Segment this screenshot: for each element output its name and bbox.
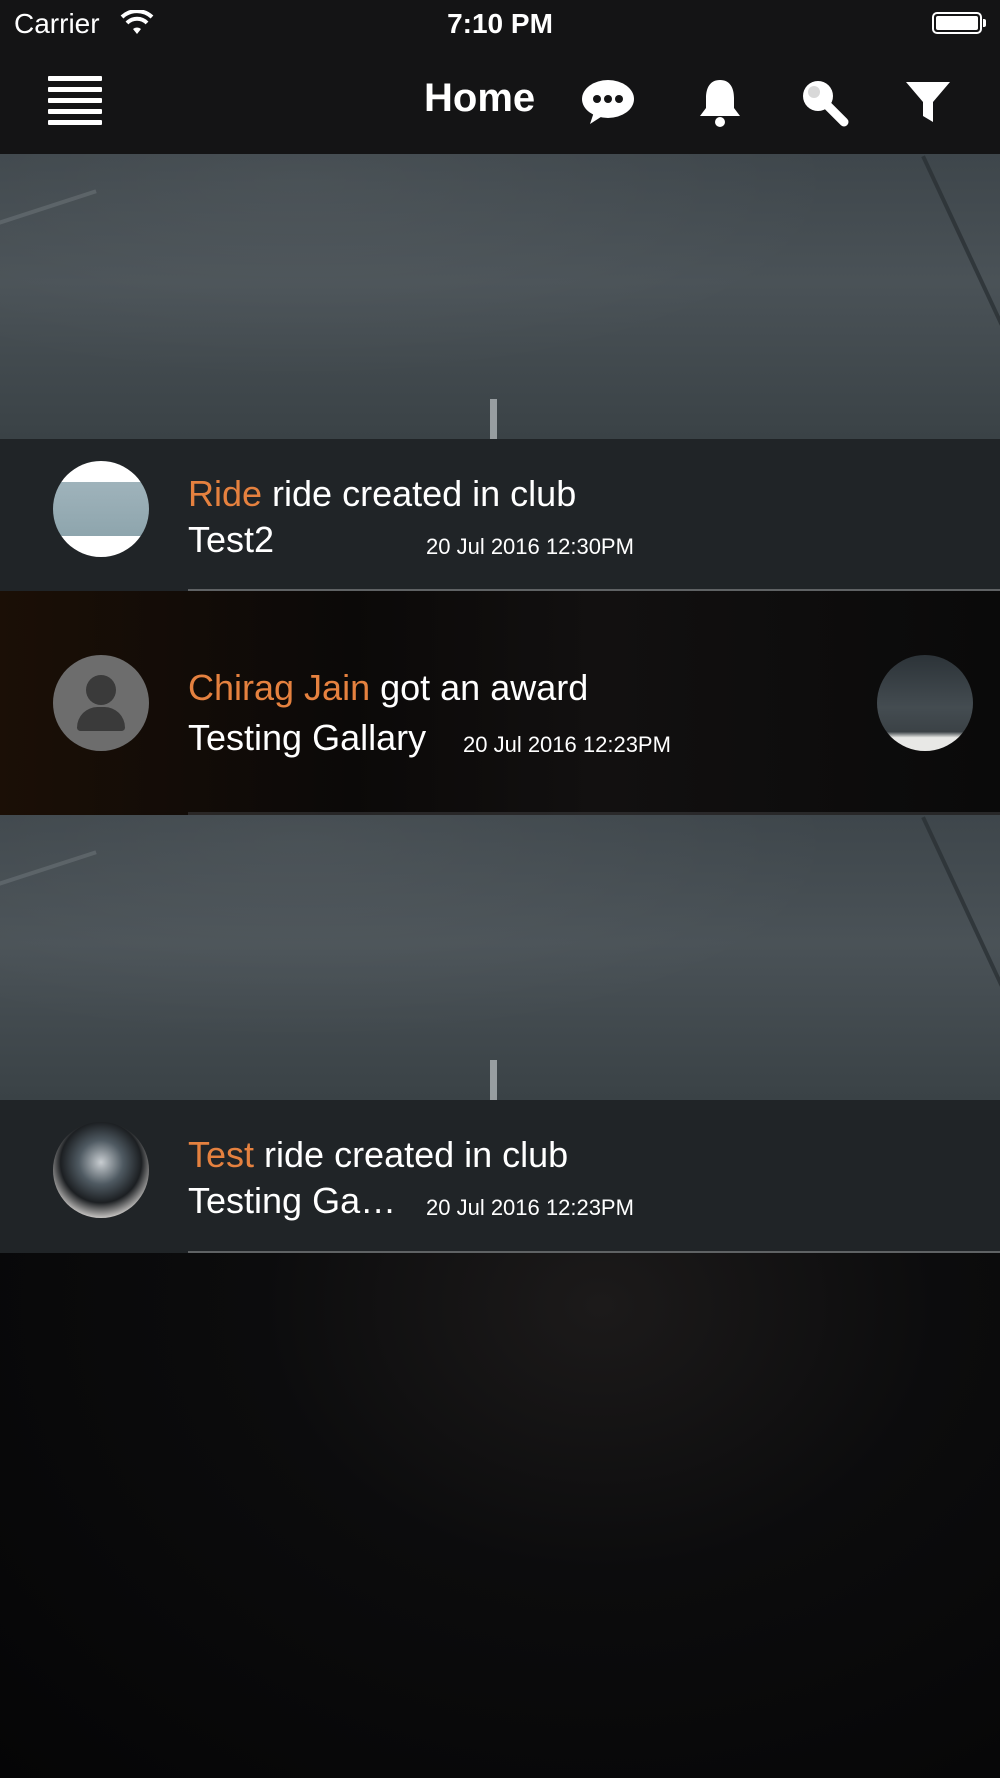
status-bar: Carrier 7:10 PM xyxy=(0,0,1000,50)
feed-item-title: Chirag Jain got an award xyxy=(188,667,588,709)
feed-item-detail: Testing Gallary xyxy=(188,717,427,758)
clock: 7:10 PM xyxy=(447,8,553,39)
action-text: ride created in club xyxy=(254,1134,569,1175)
feed-item-title: Test ride created in club xyxy=(188,1134,568,1176)
actor-name[interactable]: Test xyxy=(188,1134,254,1175)
search-icon[interactable] xyxy=(796,74,852,130)
actor-name[interactable]: Chirag Jain xyxy=(188,667,370,708)
timestamp: 20 Jul 2016 12:23PM xyxy=(426,1195,634,1220)
avatar[interactable] xyxy=(53,655,149,751)
feed-item[interactable]: Test ride created in club Testing Ga… 20… xyxy=(0,1100,1000,1253)
actor-name[interactable]: Ride xyxy=(188,473,262,514)
action-text: got an award xyxy=(370,667,589,708)
filter-icon[interactable] xyxy=(900,74,956,130)
feed-item-detail: Test2 xyxy=(188,519,275,560)
cover-image xyxy=(0,815,1000,1100)
feed-item[interactable]: Chirag Jain got an award Testing Gallary… xyxy=(0,591,1000,815)
avatar[interactable] xyxy=(53,1122,149,1218)
timestamp: 20 Jul 2016 12:30PM xyxy=(426,534,634,559)
feed-item-detail: Testing Ga… xyxy=(188,1180,397,1221)
battery-icon xyxy=(932,12,986,34)
navigation-bar: Home xyxy=(0,50,1000,155)
feed-item[interactable]: Ride ride created in club Test2 20 Jul 2… xyxy=(0,439,1000,591)
timestamp: 20 Jul 2016 12:23PM xyxy=(463,732,671,757)
feed-item-title: Ride ride created in club xyxy=(188,473,576,515)
bell-icon[interactable] xyxy=(692,74,748,130)
avatar[interactable] xyxy=(53,461,149,557)
page-title: Home xyxy=(424,76,536,120)
chat-icon[interactable] xyxy=(580,74,636,130)
action-text: ride created in club xyxy=(262,473,577,514)
award-thumbnail[interactable] xyxy=(877,655,973,751)
cover-image xyxy=(0,154,1000,439)
background-image xyxy=(0,1253,1000,1778)
menu-icon[interactable] xyxy=(48,76,102,128)
